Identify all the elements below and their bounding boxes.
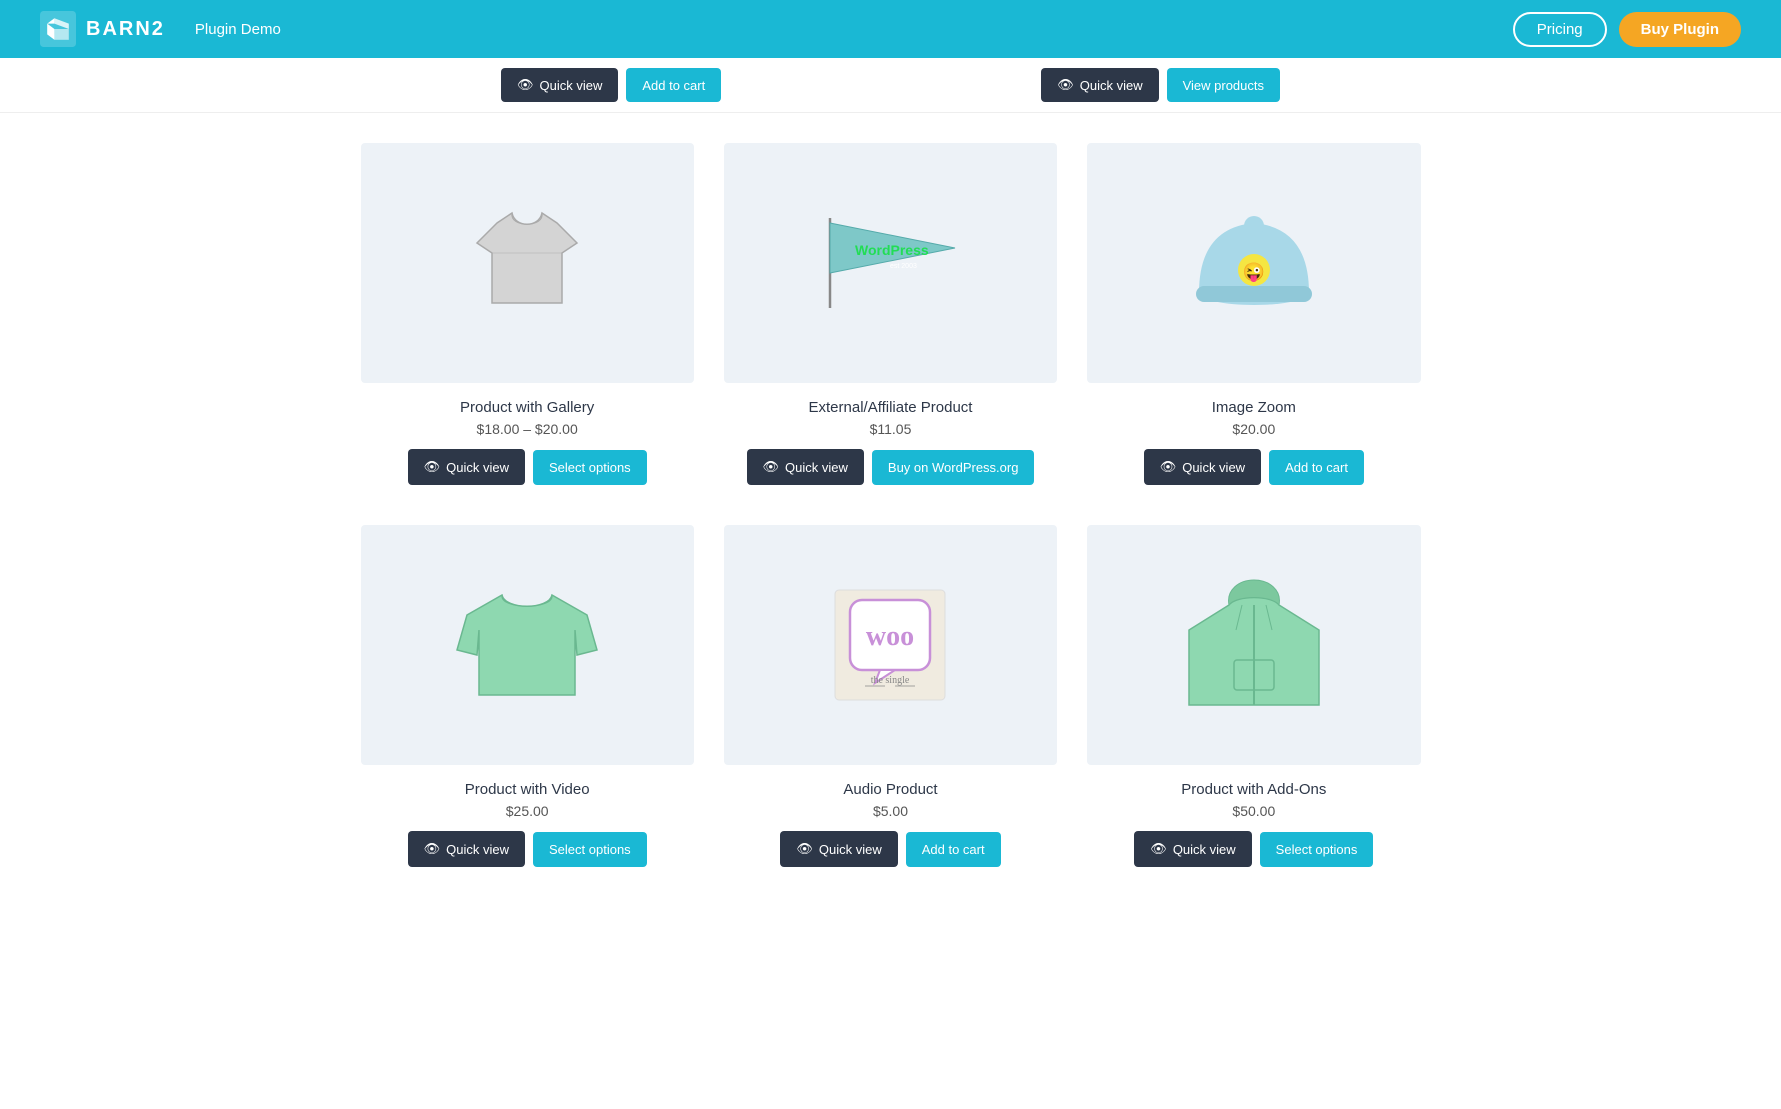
product-card-gallery: Product with Gallery $18.00 – $20.00 👁 Q… (361, 143, 694, 485)
product-image-external: WordPress est 2003 (724, 143, 1057, 383)
product-price-zoom: $20.00 (1232, 421, 1275, 437)
brand-logo[interactable]: BARN2 (40, 11, 165, 47)
product-price-addons: $50.00 (1232, 803, 1275, 819)
select-options-button-video[interactable]: Select options (533, 832, 647, 867)
quickview-eye-icon-audio: 👁 (796, 841, 813, 857)
quickview-button-audio[interactable]: 👁 Quick view (780, 831, 897, 867)
product-image-video (361, 525, 694, 765)
product-price-external: $11.05 (870, 421, 912, 437)
quickview-button-addons[interactable]: 👁 Quick view (1134, 831, 1251, 867)
brand-name: BARN2 (86, 18, 165, 41)
product-price-gallery: $18.00 – $20.00 (477, 421, 578, 437)
svg-text:est 2003: est 2003 (890, 263, 917, 270)
product-actions-addons: 👁 Quick view Select options (1134, 831, 1373, 867)
top-quickview-right[interactable]: 👁 Quick view (1041, 68, 1158, 102)
quickview-button-gallery[interactable]: 👁 Quick view (408, 449, 525, 485)
quickview-eye-icon-video: 👁 (424, 841, 441, 857)
select-options-button-gallery[interactable]: Select options (533, 450, 647, 485)
quickview-eye-icon-addons: 👁 (1150, 841, 1167, 857)
plugin-demo-link[interactable]: Plugin Demo (195, 21, 281, 38)
product-image-zoom: 😜 (1087, 143, 1420, 383)
product-card-audio: woo the single Audio Product $5.00 👁 Qui… (724, 525, 1057, 867)
top-viewproducts-right[interactable]: View products (1167, 68, 1280, 102)
pricing-button[interactable]: Pricing (1513, 12, 1607, 47)
product-name-gallery: Product with Gallery (460, 399, 594, 416)
buy-plugin-button[interactable]: Buy Plugin (1619, 12, 1741, 47)
product-name-zoom: Image Zoom (1212, 399, 1296, 416)
top-strip-right: 👁 Quick view View products (1041, 68, 1280, 102)
product-grid: Product with Gallery $18.00 – $20.00 👁 Q… (361, 143, 1421, 867)
addcart-button-zoom[interactable]: Add to cart (1269, 450, 1364, 485)
svg-text:the single: the single (871, 675, 910, 686)
product-price-video: $25.00 (506, 803, 549, 819)
product-price-audio: $5.00 (873, 803, 908, 819)
product-actions-video: 👁 Quick view Select options (408, 831, 647, 867)
top-addcart-left[interactable]: Add to cart (626, 68, 721, 102)
product-image-addons (1087, 525, 1420, 765)
svg-text:WordPress: WordPress (855, 242, 929, 258)
product-card-zoom: 😜 Image Zoom $20.00 👁 Quick view Add to … (1087, 143, 1420, 485)
quickview-button-video[interactable]: 👁 Quick view (408, 831, 525, 867)
product-actions-gallery: 👁 Quick view Select options (408, 449, 647, 485)
svg-text:woo: woo (866, 621, 914, 652)
product-name-external: External/Affiliate Product (809, 399, 973, 416)
header-actions: Pricing Buy Plugin (1513, 12, 1741, 47)
site-header: BARN2 Plugin Demo Pricing Buy Plugin (0, 0, 1781, 58)
product-actions-audio: 👁 Quick view Add to cart (780, 831, 1000, 867)
top-quickview-left[interactable]: 👁 Quick view (501, 68, 618, 102)
product-actions-external: 👁 Quick view Buy on WordPress.org (747, 449, 1035, 485)
product-actions-zoom: 👁 Quick view Add to cart (1144, 449, 1364, 485)
main-content: Product with Gallery $18.00 – $20.00 👁 Q… (341, 113, 1441, 897)
product-name-video: Product with Video (465, 781, 590, 798)
product-name-audio: Audio Product (843, 781, 937, 798)
product-name-addons: Product with Add-Ons (1181, 781, 1326, 798)
addcart-button-audio[interactable]: Add to cart (906, 832, 1001, 867)
svg-text:😜: 😜 (1243, 262, 1265, 283)
top-strip-left: 👁 Quick view Add to cart (501, 68, 721, 102)
buy-wordpress-button[interactable]: Buy on WordPress.org (872, 450, 1035, 485)
quickview-eye-icon-zoom: 👁 (1160, 459, 1177, 475)
eye-icon-left: 👁 (517, 77, 534, 93)
top-strip: 👁 Quick view Add to cart 👁 Quick view Vi… (0, 58, 1781, 113)
product-card-external: WordPress est 2003 External/Affiliate Pr… (724, 143, 1057, 485)
quickview-button-external[interactable]: 👁 Quick view (747, 449, 864, 485)
quickview-button-zoom[interactable]: 👁 Quick view (1144, 449, 1261, 485)
eye-icon-right: 👁 (1057, 77, 1074, 93)
product-card-addons: Product with Add-Ons $50.00 👁 Quick view… (1087, 525, 1420, 867)
quickview-eye-icon-gallery: 👁 (424, 459, 441, 475)
quickview-eye-icon-external: 👁 (763, 459, 780, 475)
select-options-button-addons[interactable]: Select options (1260, 832, 1374, 867)
product-image-audio: woo the single (724, 525, 1057, 765)
product-image-gallery (361, 143, 694, 383)
product-card-video: Product with Video $25.00 👁 Quick view S… (361, 525, 694, 867)
